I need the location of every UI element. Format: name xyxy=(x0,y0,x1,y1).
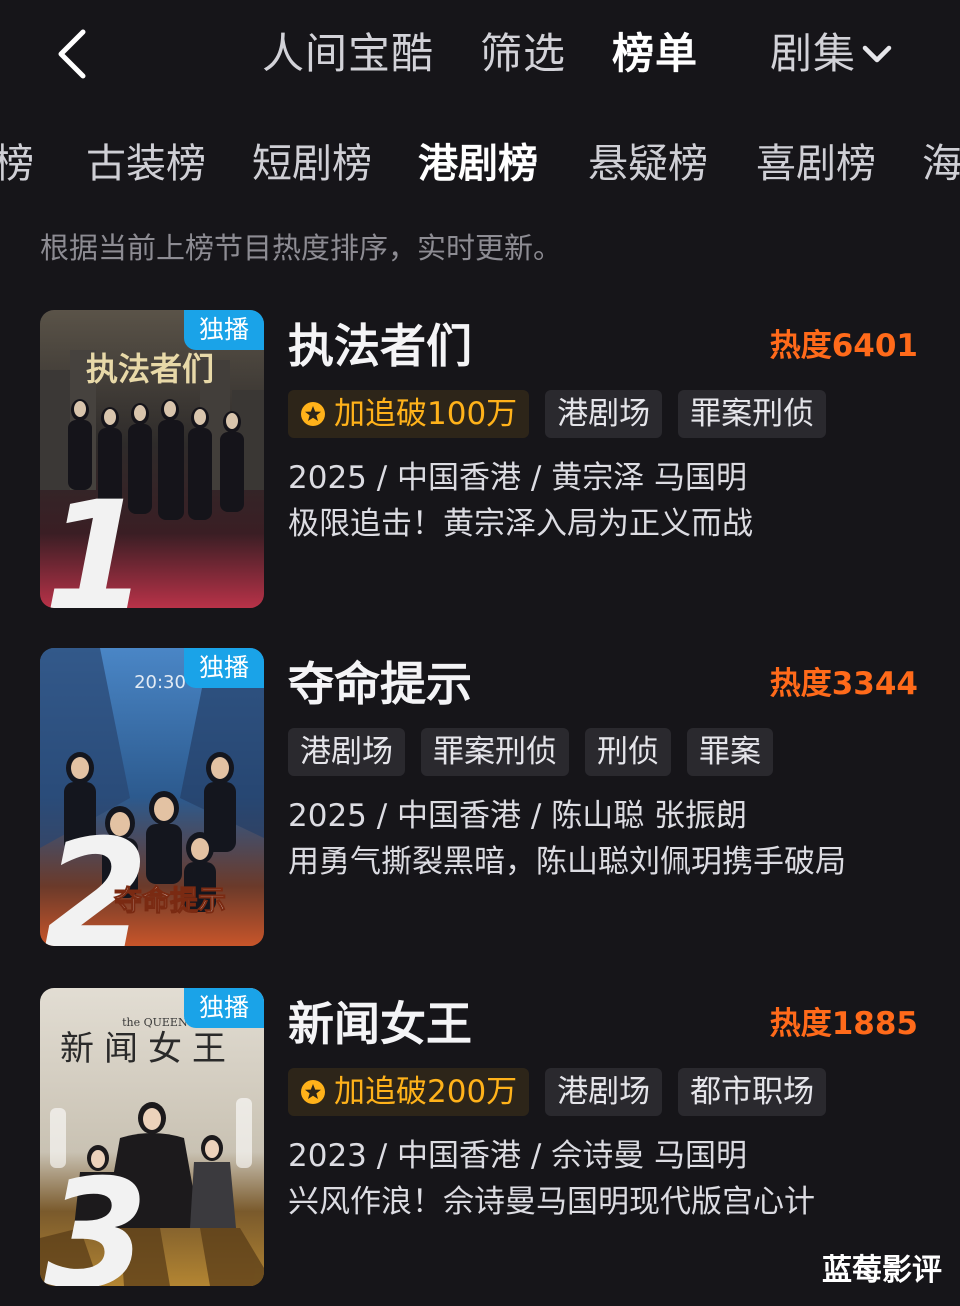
heat-score: 热度6401 xyxy=(769,328,918,364)
genre-tag[interactable]: 港剧场 xyxy=(545,390,663,438)
heat-score: 热度1885 xyxy=(769,1006,918,1042)
tag-list: 加追破100万 港剧场 罪案刑侦 xyxy=(288,390,827,438)
follow-milestone-tag: 加追破200万 xyxy=(288,1068,530,1116)
ranking-description: 根据当前上榜节目热度排序，实时更新。 xyxy=(40,231,563,265)
series-dropdown-label: 剧集 xyxy=(770,29,857,78)
poster-image[interactable]: the QUEEN of news 新闻女王 3 独播 xyxy=(40,988,264,1286)
top-navigation: 人间宝酷 筛选 榜单 剧集 xyxy=(0,0,960,110)
rank-number: 1 xyxy=(44,470,148,608)
poster-title-text: 执法者们 xyxy=(86,350,214,388)
ranking-item[interactable]: the QUEEN of news 新闻女王 3 独播 新闻女王 热度1885 … xyxy=(0,988,960,1288)
watermark-text: 蓝莓影评 xyxy=(822,1253,942,1288)
nav-tab-renjian[interactable]: 人间宝酷 xyxy=(262,28,434,80)
heat-score: 热度3344 xyxy=(769,666,918,702)
genre-tag[interactable]: 港剧场 xyxy=(288,728,405,776)
star-badge-icon xyxy=(301,402,325,426)
drama-meta: 2025 / 中国香港 / 黄宗泽 马国明 xyxy=(288,460,748,496)
nav-tab-series-dropdown[interactable]: 剧集 xyxy=(770,28,894,80)
exclusive-badge: 独播 xyxy=(184,648,264,688)
genre-tag[interactable]: 都市职场 xyxy=(678,1068,827,1116)
exclusive-badge: 独播 xyxy=(184,988,264,1028)
poster-title-text: 新闻女王 xyxy=(60,1029,236,1069)
poster-image[interactable]: 执法者们 1 独播 xyxy=(40,310,264,608)
poster-time-text: 20:30 xyxy=(134,672,186,693)
ranking-item[interactable]: 20:30 2 夺命提示 独播 夺命提示 热度3344 港剧场 罪案刑侦 刑侦 … xyxy=(0,648,960,948)
poster-title-text: 夺命提示 xyxy=(114,884,226,917)
genre-tag[interactable]: 港剧场 xyxy=(545,1068,663,1116)
nav-tab-filter[interactable]: 筛选 xyxy=(480,28,566,80)
drama-slogan: 用勇气撕裂黑暗，陈山聪刘佩玥携手破局 xyxy=(288,844,846,880)
poster-image[interactable]: 20:30 2 夺命提示 独播 xyxy=(40,648,264,946)
genre-tag[interactable]: 罪案刑侦 xyxy=(678,390,827,438)
drama-title[interactable]: 夺命提示 xyxy=(288,656,472,712)
follow-milestone-label: 加追破200万 xyxy=(334,1074,518,1110)
star-badge-icon xyxy=(301,1080,325,1104)
drama-meta: 2023 / 中国香港 / 佘诗曼 马国明 xyxy=(288,1138,748,1174)
genre-tag[interactable]: 罪案 xyxy=(687,728,773,776)
tag-list: 港剧场 罪案刑侦 刑侦 罪案 xyxy=(288,728,773,776)
subtab-partial-right[interactable]: 海 xyxy=(922,134,960,194)
subtab-hk-drama[interactable]: 港剧榜 xyxy=(418,134,538,194)
drama-slogan: 极限追击！黄宗泽入局为正义而战 xyxy=(288,506,753,542)
drama-slogan: 兴风作浪！佘诗曼马国明现代版宫心计 xyxy=(288,1184,815,1220)
drama-meta: 2025 / 中国香港 / 陈山聪 张振朗 xyxy=(288,798,748,834)
drama-title[interactable]: 执法者们 xyxy=(288,318,472,374)
follow-milestone-label: 加追破100万 xyxy=(334,396,518,432)
subtab-comedy[interactable]: 喜剧榜 xyxy=(756,134,876,194)
chevron-down-icon xyxy=(862,45,892,63)
subtab-short-drama[interactable]: 短剧榜 xyxy=(252,134,372,194)
back-button[interactable] xyxy=(52,26,92,82)
ranking-category-tabs: 榜 古装榜 短剧榜 港剧榜 悬疑榜 喜剧榜 海 xyxy=(0,134,960,194)
drama-title[interactable]: 新闻女王 xyxy=(288,996,472,1052)
subtab-costume[interactable]: 古装榜 xyxy=(86,134,206,194)
exclusive-badge: 独播 xyxy=(184,310,264,350)
tag-list: 加追破200万 港剧场 都市职场 xyxy=(288,1068,827,1116)
nav-tab-ranking[interactable]: 榜单 xyxy=(612,28,698,80)
rank-number: 2 xyxy=(44,808,148,946)
chevron-left-icon xyxy=(58,29,86,79)
subtab-partial-left[interactable]: 榜 xyxy=(0,134,34,194)
genre-tag[interactable]: 罪案刑侦 xyxy=(421,728,569,776)
genre-tag[interactable]: 刑侦 xyxy=(585,728,671,776)
subtab-suspense[interactable]: 悬疑榜 xyxy=(588,134,708,194)
rank-number: 3 xyxy=(44,1148,148,1286)
ranking-item[interactable]: 执法者们 1 独播 执法者们 热度6401 加追破100万 港剧场 罪案刑侦 2… xyxy=(0,310,960,610)
follow-milestone-tag: 加追破100万 xyxy=(288,390,530,438)
